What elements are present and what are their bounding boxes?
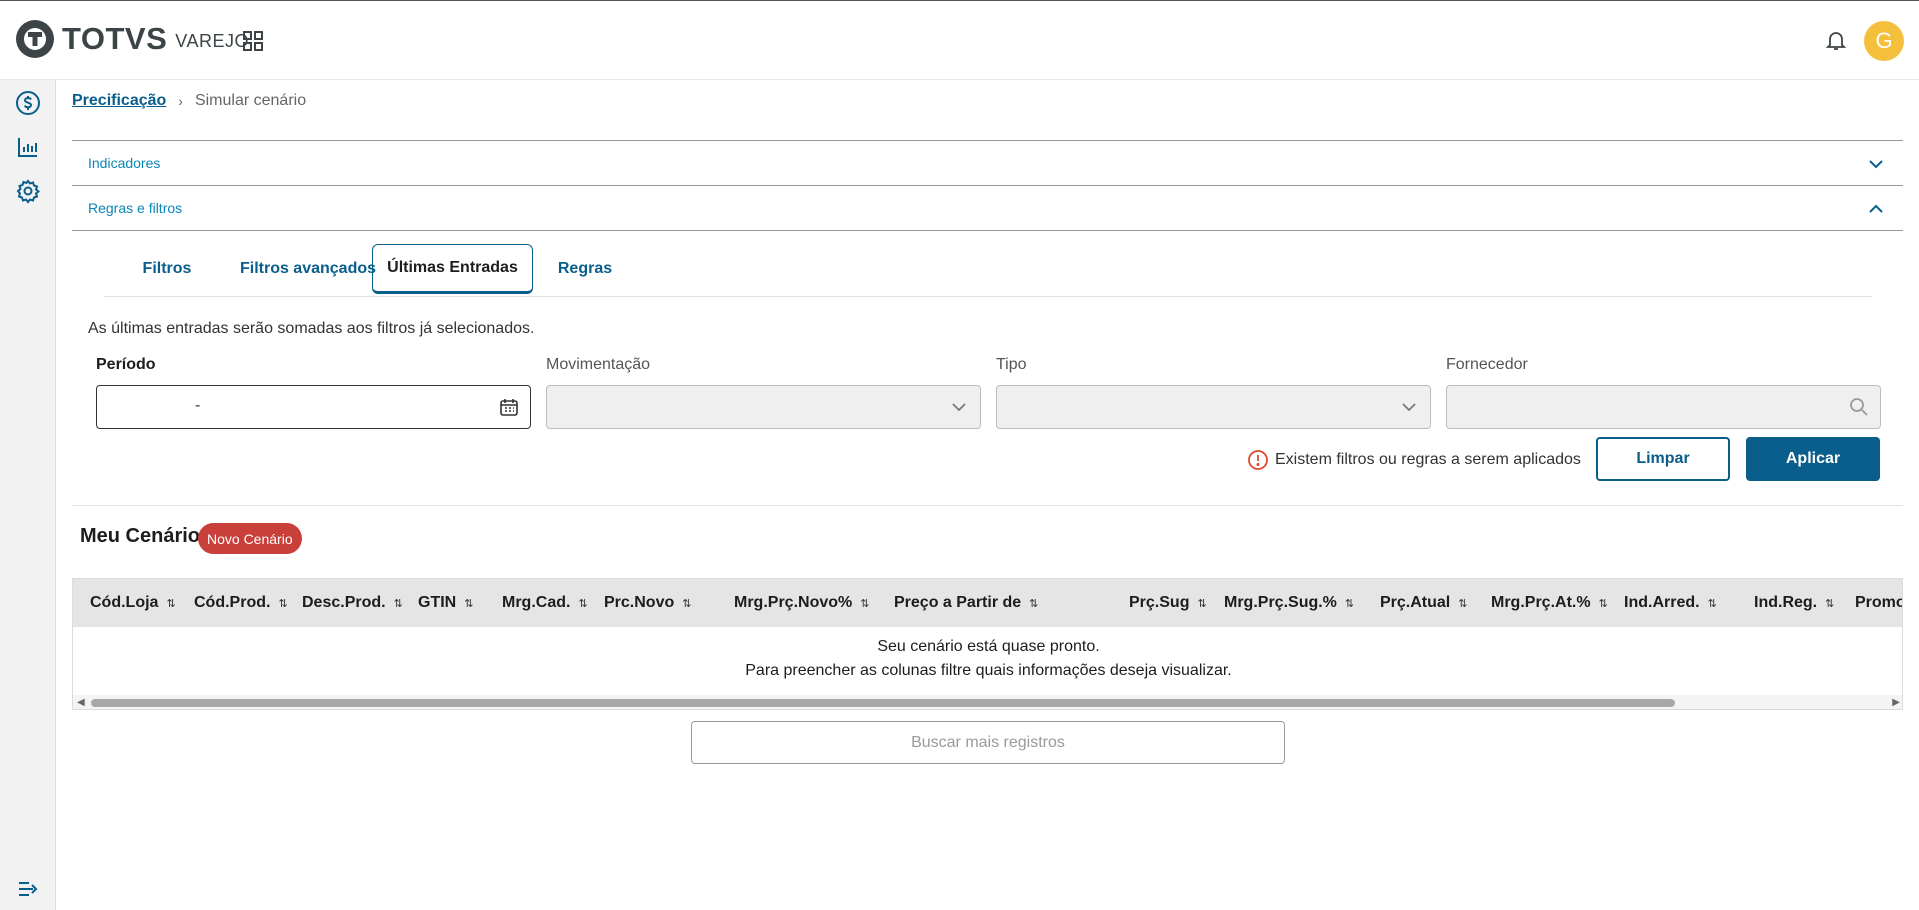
scenario-table: Cód.Loja ⇅ Cód.Prod. ⇅ Desc.Prod. ⇅ GTIN ⇅ M… (72, 578, 1903, 710)
tipo-select[interactable] (996, 385, 1431, 429)
totvs-logo[interactable]: TOTVS VAREJO (14, 18, 249, 60)
apply-button[interactable]: Aplicar (1746, 437, 1880, 481)
bell-icon[interactable] (1824, 28, 1848, 52)
tab-filtros[interactable]: Filtros (128, 244, 206, 294)
accordion-rules-filters-title: Regras e filtros (88, 200, 183, 216)
column-header[interactable]: Preço a Partir de ⇅ (894, 594, 1038, 612)
fornecedor-search-input[interactable] (1446, 385, 1881, 429)
table-header: Cód.Loja ⇅ Cód.Prod. ⇅ Desc.Prod. ⇅ GTIN ⇅ M… (73, 579, 1902, 627)
clear-button[interactable]: Limpar (1596, 437, 1730, 481)
top-bar: TOTVS VAREJO G (0, 0, 1919, 80)
section-divider (72, 505, 1903, 506)
sort-icon: ⇅ (393, 598, 403, 610)
chevron-up-icon[interactable] (1867, 200, 1885, 218)
sort-icon: ⇅ (1344, 598, 1355, 610)
sidebar (0, 80, 56, 910)
periodo-date-range-field[interactable]: - (96, 385, 531, 429)
sort-icon: ⇅ (1598, 598, 1608, 610)
accordion-indicators-title: Indicadores (88, 155, 161, 171)
totvs-logo-icon (16, 20, 54, 58)
sort-icon: ⇅ (464, 598, 474, 610)
column-header[interactable]: Ind.Arred. ⇅ (1624, 594, 1717, 612)
movimentacao-label: Movimentação (546, 356, 651, 373)
sort-icon: ⇅ (1197, 598, 1207, 610)
sort-icon: ⇅ (578, 598, 588, 610)
accordion-indicators[interactable]: Indicadores (72, 140, 1903, 185)
fornecedor-label: Fornecedor (1446, 356, 1528, 373)
column-header[interactable]: Mrg.Prç.Sug.% ⇅ (1224, 594, 1354, 612)
column-header[interactable]: GTIN ⇅ (418, 594, 473, 612)
load-more-button[interactable]: Buscar mais registros (691, 721, 1285, 764)
horizontal-scrollbar[interactable]: ◀ ▶ (73, 695, 1902, 709)
column-header[interactable]: Mrg.Prç.Novo% ⇅ (734, 594, 869, 612)
gear-icon[interactable] (15, 178, 41, 204)
brand-product: VAREJO (175, 30, 249, 51)
scenario-title: Meu Cenário (80, 525, 201, 547)
tab-ultimas-entradas[interactable]: Últimas Entradas (372, 244, 533, 294)
breadcrumb-root-link[interactable]: Precificação (72, 92, 166, 110)
tab-regras[interactable]: Regras (545, 244, 625, 294)
pending-filters-warning: Existem filtros ou regras a serem aplica… (1247, 449, 1581, 471)
sort-icon: ⇅ (1825, 598, 1835, 610)
pending-filters-warning-text: Existem filtros ou regras a serem aplica… (1275, 451, 1581, 468)
column-header[interactable]: Cód.Loja ⇅ (90, 594, 176, 612)
sort-icon: ⇅ (682, 598, 692, 610)
scroll-left-icon[interactable]: ◀ (77, 697, 85, 708)
periodo-label: Período (96, 356, 156, 373)
column-header[interactable]: Desc.Prod. ⇅ (302, 594, 403, 612)
column-header[interactable]: Prç.Sug ⇅ (1129, 594, 1207, 612)
column-header[interactable]: Mrg.Cad. ⇅ (502, 594, 588, 612)
chevron-down-icon (1402, 403, 1416, 412)
breadcrumb-current: Simular cenário (194, 92, 307, 109)
column-header[interactable]: Prc.Novo ⇅ (604, 594, 691, 612)
sort-icon: ⇅ (860, 598, 870, 610)
scrollbar-thumb[interactable] (91, 699, 1675, 707)
column-header[interactable]: Promoç (1855, 594, 1902, 612)
sort-icon: ⇅ (1458, 598, 1468, 610)
dollar-icon[interactable] (15, 90, 41, 116)
sort-icon: ⇅ (1029, 598, 1039, 610)
expand-menu-icon[interactable] (15, 876, 41, 902)
sort-icon: ⇅ (278, 598, 288, 610)
chevron-down-icon[interactable] (1867, 155, 1885, 173)
sort-icon: ⇅ (1707, 598, 1717, 610)
column-header[interactable]: Ind.Reg. ⇅ (1754, 594, 1834, 612)
alert-circle-icon (1248, 450, 1268, 470)
filter-tabs: Filtros Filtros avançados Últimas Entrad… (104, 244, 1872, 297)
brand-name: TOTVS (62, 21, 168, 56)
info-text: As últimas entradas serão somadas aos fi… (88, 320, 535, 337)
tipo-label: Tipo (996, 356, 1027, 373)
tab-filtros-avancados[interactable]: Filtros avançados (222, 244, 394, 294)
movimentacao-select[interactable] (546, 385, 981, 429)
scroll-right-icon[interactable]: ▶ (1892, 697, 1900, 708)
empty-state-line2: Para preencher as colunas filtre quais i… (745, 662, 1232, 679)
sort-icon: ⇅ (166, 598, 176, 610)
chevron-down-icon (952, 403, 966, 412)
column-header[interactable]: Mrg.Prç.At.% ⇅ (1491, 594, 1608, 612)
avatar[interactable]: G (1864, 21, 1904, 61)
status-badge: Novo Cenário (198, 523, 302, 554)
empty-state-line1: Seu cenário está quase pronto. (877, 638, 1100, 655)
column-header[interactable]: Cód.Prod. ⇅ (194, 594, 288, 612)
search-icon[interactable] (1848, 396, 1870, 418)
apps-grid-icon[interactable] (241, 29, 265, 53)
column-header[interactable]: Prç.Atual ⇅ (1380, 594, 1467, 612)
chart-icon[interactable] (15, 134, 41, 160)
breadcrumb: Precificação › Simular cenário (72, 92, 306, 110)
accordion-rules-filters[interactable]: Regras e filtros (72, 185, 1903, 231)
calendar-icon[interactable] (498, 396, 520, 418)
date-range-separator: - (195, 397, 201, 414)
chevron-right-icon: › (178, 93, 183, 109)
